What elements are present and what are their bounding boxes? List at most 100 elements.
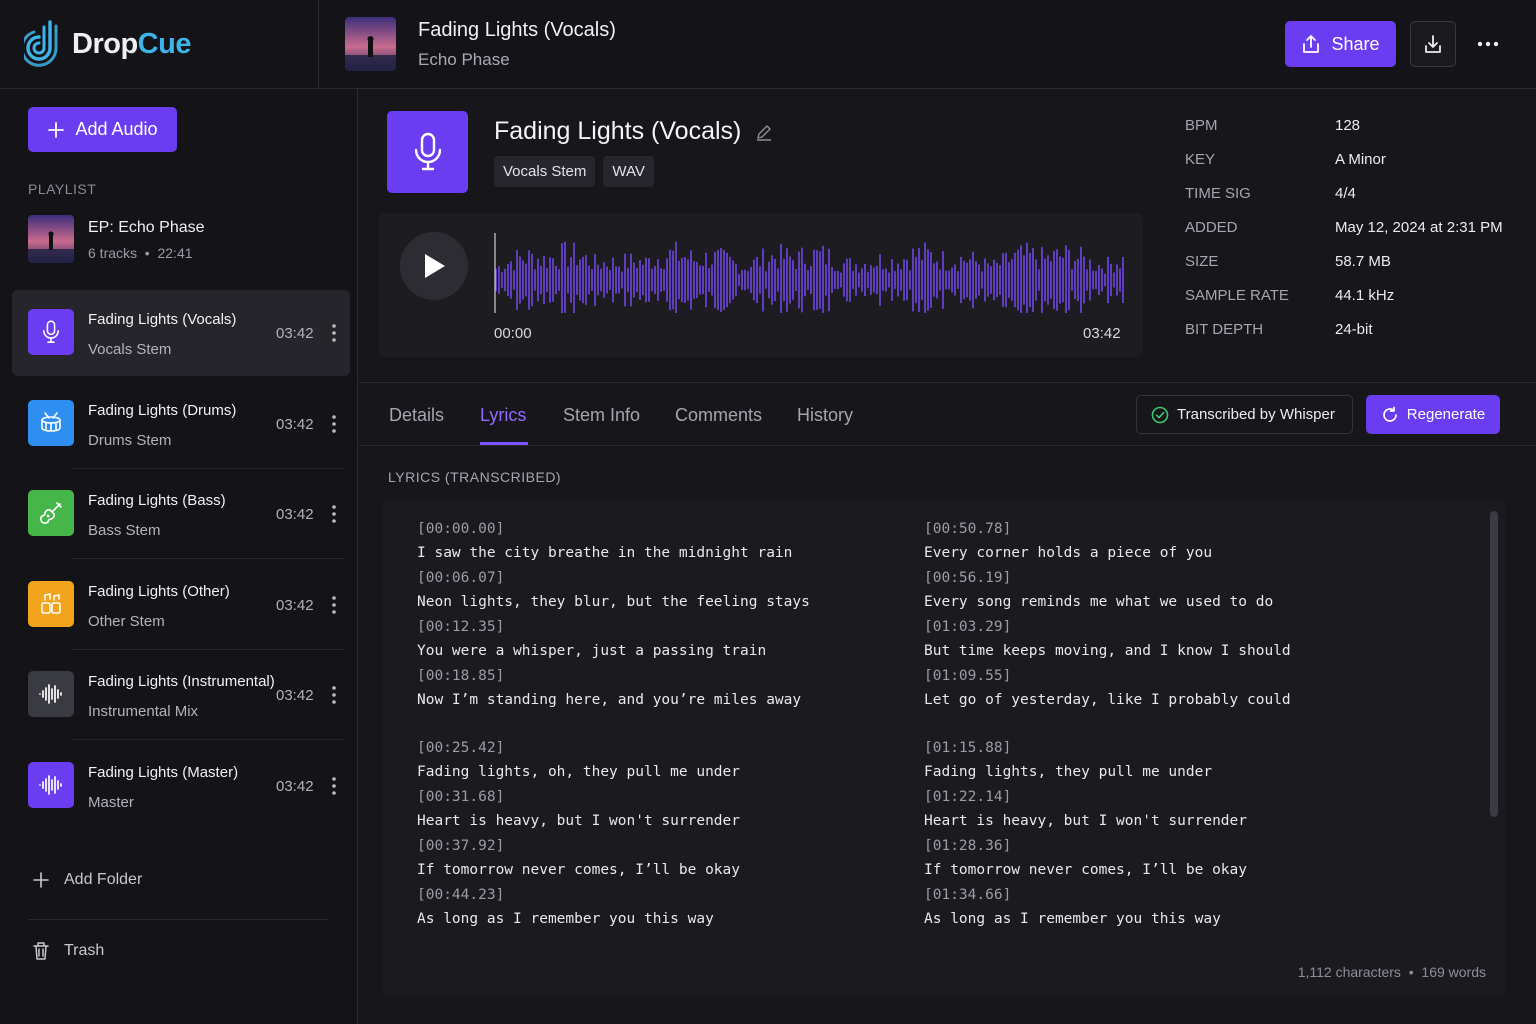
- sidebar-divider: [28, 919, 328, 920]
- lyric-timestamp: [00:44.23]: [417, 887, 505, 903]
- track-item[interactable]: Fading Lights (Vocals) Vocals Stem 03:42: [12, 290, 350, 376]
- meta-key: TIME SIG: [1185, 185, 1251, 202]
- top-bar: DropCue Fading Lights (Vocals) Echo Phas…: [0, 0, 1536, 89]
- track-item[interactable]: Fading Lights (Other) Other Stem 03:42: [12, 562, 350, 650]
- track-item[interactable]: Fading Lights (Drums) Drums Stem 03:42: [12, 381, 350, 469]
- track-name: Fading Lights (Other): [88, 582, 230, 600]
- lyric-line: Now I’m standing here, and you’re miles …: [417, 692, 802, 708]
- tab-history[interactable]: History: [797, 405, 853, 426]
- lyrics-scrollbar[interactable]: [1490, 511, 1498, 817]
- tab-bar: Details Lyrics Stem Info Comments Histor…: [359, 382, 1536, 446]
- refresh-icon: [1382, 406, 1397, 422]
- lyrics-editor[interactable]: [00:00.00] I saw the city breathe in the …: [383, 499, 1505, 996]
- track-subtitle: Instrumental Mix: [88, 703, 199, 720]
- tag-format: WAV: [603, 156, 654, 187]
- lyric-line: Every corner holds a piece of you: [924, 545, 1213, 561]
- tag-stem: Vocals Stem: [494, 156, 596, 187]
- regenerate-button[interactable]: Regenerate: [1366, 395, 1500, 434]
- waveform[interactable]: [494, 228, 1124, 313]
- lyrics-counts: 1,112 characters • 169 words: [1297, 964, 1486, 980]
- lyric-timestamp: [00:56.19]: [924, 570, 1012, 586]
- more-vertical-icon[interactable]: [328, 322, 340, 344]
- add-audio-label: Add Audio: [75, 119, 158, 139]
- meta-value: 128: [1335, 117, 1361, 134]
- track-divider: [72, 558, 344, 559]
- meta-key: SAMPLE RATE: [1185, 287, 1289, 304]
- edit-icon[interactable]: [755, 123, 773, 141]
- share-icon: [1303, 35, 1320, 53]
- lyric-timestamp: [01:09.55]: [924, 668, 1012, 684]
- tab-details[interactable]: Details: [389, 405, 444, 426]
- more-horizontal-icon: [1477, 41, 1499, 47]
- more-vertical-icon[interactable]: [328, 775, 340, 797]
- trash-button[interactable]: Trash: [32, 941, 104, 961]
- lyric-timestamp: [00:25.42]: [417, 740, 505, 756]
- track-duration: 03:42: [276, 687, 314, 704]
- track-item[interactable]: Fading Lights (Master) Master 03:42: [12, 743, 350, 829]
- lyric-line: As long as I remember you this way: [924, 911, 1221, 927]
- microphone-icon: [28, 309, 74, 355]
- playlist-heading: PLAYLIST: [28, 181, 97, 197]
- lyric-line: You were a whisper, just a passing train: [417, 643, 767, 659]
- more-vertical-icon[interactable]: [328, 684, 340, 706]
- playlist-ep[interactable]: EP: Echo Phase 6 tracks • 22:41: [28, 215, 205, 263]
- ep-artwork: [28, 215, 74, 263]
- transcribed-badge: Transcribed by Whisper: [1136, 395, 1353, 434]
- add-folder-button[interactable]: Add Folder: [32, 871, 142, 889]
- track-divider: [72, 648, 344, 650]
- track-subtitle: Master: [88, 793, 134, 811]
- meta-value: 24-bit: [1335, 321, 1373, 338]
- play-button[interactable]: [400, 232, 468, 300]
- track-item[interactable]: Fading Lights (Bass) Bass Stem 03:42: [12, 471, 350, 559]
- share-label: Share: [1331, 33, 1380, 54]
- share-button[interactable]: Share: [1285, 21, 1396, 67]
- track-divider: [72, 467, 344, 469]
- lyric-line: Neon lights, they blur, but the feeling …: [417, 594, 810, 610]
- main-panel: Fading Lights (Vocals) Vocals Stem WAV 0…: [359, 89, 1536, 1024]
- more-vertical-icon[interactable]: [328, 503, 340, 525]
- lyric-line: Let go of yesterday, like I probably cou…: [924, 692, 1291, 708]
- track-subtitle: Drums Stem: [88, 431, 172, 449]
- lyrics-column-left: [00:00.00] I saw the city breathe in the …: [417, 517, 810, 932]
- waveform-icon: [28, 761, 74, 808]
- lyric-timestamp: [00:50.78]: [924, 521, 1012, 537]
- time-total: 03:42: [1083, 325, 1121, 342]
- lyric-line: Fading lights, oh, they pull me under: [417, 764, 741, 780]
- add-audio-button[interactable]: Add Audio: [28, 107, 177, 152]
- lyric-timestamp: [00:00.00]: [417, 521, 505, 537]
- tab-lyrics[interactable]: Lyrics: [480, 405, 526, 426]
- lyric-timestamp: [00:31.68]: [417, 789, 505, 805]
- lyric-timestamp: [00:37.92]: [417, 838, 505, 854]
- meta-key: BIT DEPTH: [1185, 321, 1264, 338]
- waveform-icon: [28, 671, 74, 717]
- lyric-gap: [417, 713, 810, 736]
- lyric-line: Fading lights, they pull me under: [924, 764, 1213, 780]
- track-tags: Vocals Stem WAV: [494, 156, 654, 187]
- track-subtitle: Other Stem: [88, 612, 165, 630]
- track-duration: 03:42: [276, 506, 314, 523]
- tab-comments[interactable]: Comments: [675, 405, 762, 426]
- meta-value: 58.7 MB: [1335, 253, 1391, 270]
- lyric-line: I saw the city breathe in the midnight r…: [417, 545, 793, 561]
- track-item[interactable]: Fading Lights (Instrumental) Instrumental…: [12, 652, 350, 740]
- lyric-line: If tomorrow never comes, I’ll be okay: [924, 862, 1248, 878]
- more-options-button[interactable]: [1470, 28, 1506, 60]
- audio-player: 00:00 03:42: [379, 213, 1143, 357]
- lyric-timestamp: [00:18.85]: [417, 668, 505, 684]
- tab-stem-info[interactable]: Stem Info: [563, 405, 640, 426]
- lyric-line: As long as I remember you this way: [417, 911, 714, 927]
- more-vertical-icon[interactable]: [328, 594, 340, 616]
- lyric-timestamp: [01:15.88]: [924, 740, 1012, 756]
- lyric-line: But time keeps moving, and I know I shou…: [924, 643, 1291, 659]
- lyric-line: Heart is heavy, but I won't surrender: [417, 813, 741, 829]
- sidebar: Add Audio PLAYLIST EP: Echo Phase 6 trac…: [0, 89, 358, 1024]
- more-vertical-icon[interactable]: [328, 413, 340, 435]
- download-button[interactable]: [1410, 21, 1456, 67]
- app-logo[interactable]: DropCue: [24, 18, 191, 70]
- check-circle-icon: [1151, 406, 1169, 423]
- track-name: Fading Lights (Master): [88, 763, 239, 781]
- trash-icon: [33, 942, 49, 960]
- now-playing-artwork: [345, 17, 396, 71]
- track-duration: 03:42: [276, 325, 314, 342]
- track-divider: [72, 739, 344, 740]
